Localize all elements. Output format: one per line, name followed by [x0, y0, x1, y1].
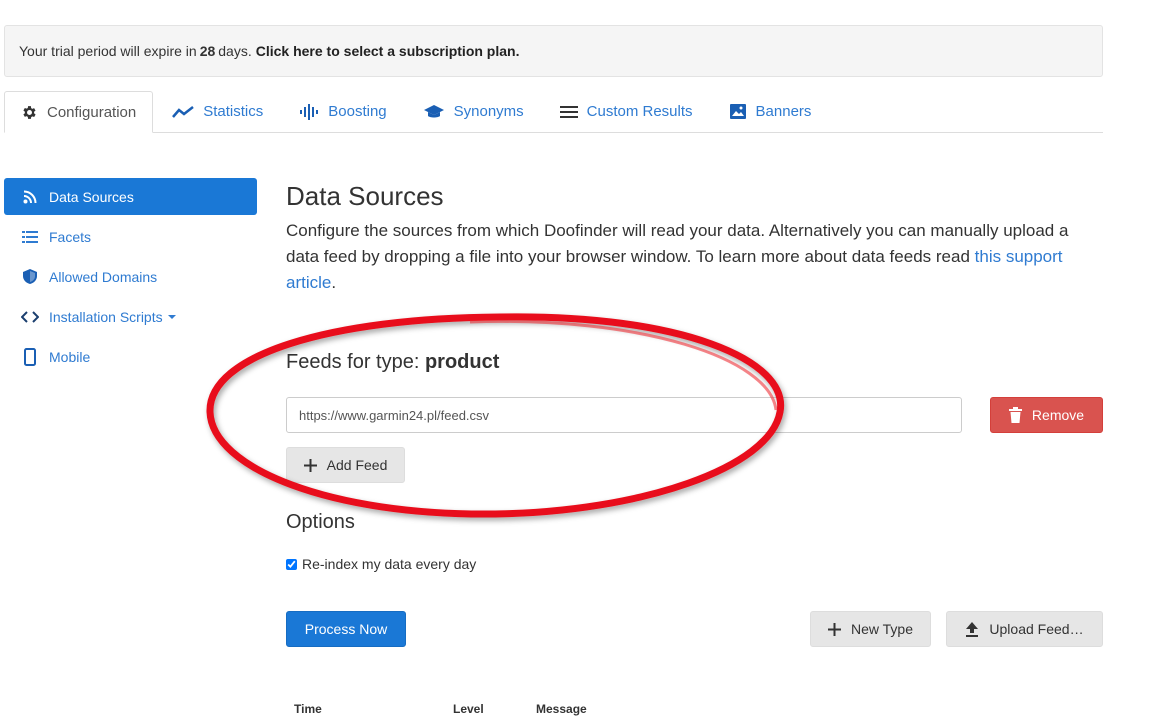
log-column-message: Message: [536, 702, 587, 716]
log-column-level: Level: [453, 702, 484, 716]
tab-custom-results[interactable]: Custom Results: [543, 91, 710, 132]
sidebar-item-label: Facets: [49, 228, 92, 245]
tab-label: Configuration: [47, 103, 137, 121]
sidebar-item-allowed-domains[interactable]: Allowed Domains: [4, 258, 257, 295]
tab-label: Custom Results: [586, 103, 693, 120]
image-icon: [729, 103, 747, 120]
trial-days: 28: [199, 43, 216, 59]
sidebar-item-label: Allowed Domains: [49, 268, 158, 285]
tab-banners[interactable]: Banners: [712, 91, 829, 132]
remove-feed-button[interactable]: Remove: [990, 397, 1103, 433]
reindex-checkbox[interactable]: [286, 558, 297, 570]
trash-icon: [1008, 407, 1022, 423]
list-icon: [20, 230, 40, 243]
add-feed-label: Add Feed: [326, 457, 388, 473]
upload-feed-button[interactable]: Upload Feed…: [946, 611, 1103, 647]
feed-type: product: [424, 351, 500, 373]
process-label: Process Now: [304, 621, 388, 637]
intro-end: .: [331, 273, 337, 292]
rss-icon: [20, 190, 40, 204]
list-icon: [559, 105, 578, 119]
tab-label: Statistics: [203, 103, 264, 120]
sidebar-item-data-sources[interactable]: Data Sources: [4, 178, 257, 215]
upload-icon: [965, 621, 979, 637]
reindex-label: Re-index my data every day: [302, 556, 477, 572]
trial-suffix: days.: [218, 43, 252, 59]
sidebar-item-label: Mobile: [49, 348, 91, 365]
line-chart-icon: [172, 105, 195, 119]
subscription-link[interactable]: Click here to select a subscription plan…: [256, 43, 520, 59]
tab-synonyms[interactable]: Synonyms: [406, 91, 541, 132]
plus-icon: [828, 622, 841, 636]
options-heading: Options: [286, 511, 355, 533]
feed-url-input[interactable]: [286, 397, 962, 433]
graduation-cap-icon: [423, 104, 445, 120]
process-now-button[interactable]: Process Now: [286, 611, 406, 647]
chevron-down-icon: [167, 314, 176, 319]
new-type-button[interactable]: New Type: [810, 611, 931, 647]
code-icon: [20, 310, 40, 323]
sidebar-item-installation-scripts[interactable]: Installation Scripts: [4, 298, 257, 335]
tab-boosting[interactable]: Boosting: [282, 91, 403, 132]
soundwave-icon: [299, 103, 319, 121]
intro-text: Configure the sources from which Doofind…: [286, 221, 1069, 266]
upload-label: Upload Feed…: [989, 621, 1084, 637]
main-tabs: Configuration Statistics Boosting Synony…: [4, 91, 1103, 133]
trial-banner: Your trial period will expire in 28 days…: [4, 25, 1103, 77]
feeds-heading: Feeds for type: product: [286, 351, 499, 374]
sidebar-item-label: Installation Scripts: [49, 308, 163, 325]
sidebar-item-label: Data Sources: [49, 188, 134, 205]
feeds-heading-prefix: Feeds for type:: [286, 351, 420, 373]
plus-icon: [303, 458, 317, 472]
tab-label: Banners: [755, 103, 812, 120]
new-type-label: New Type: [851, 621, 913, 637]
log-column-time: Time: [294, 702, 322, 716]
shield-icon: [20, 268, 40, 285]
sidebar-item-mobile[interactable]: Mobile: [4, 338, 257, 375]
reindex-option[interactable]: Re-index my data every day: [286, 556, 476, 572]
tab-configuration[interactable]: Configuration: [4, 91, 154, 133]
tab-statistics[interactable]: Statistics: [155, 91, 280, 132]
tab-label: Synonyms: [453, 103, 524, 120]
gear-icon: [21, 104, 38, 121]
main-content: Data Sources Configure the sources from …: [286, 178, 1103, 296]
tab-label: Boosting: [328, 103, 387, 120]
add-feed-button[interactable]: Add Feed: [286, 447, 405, 483]
page-title: Data Sources: [286, 181, 444, 211]
sidebar-item-facets[interactable]: Facets: [4, 218, 257, 255]
remove-label: Remove: [1031, 407, 1085, 423]
intro-paragraph: Configure the sources from which Doofind…: [286, 218, 1086, 296]
sidebar-nav: Data Sources Facets Allowed Domains Inst…: [4, 178, 257, 378]
mobile-icon: [20, 347, 40, 366]
trial-prefix: Your trial period will expire in: [19, 43, 197, 59]
